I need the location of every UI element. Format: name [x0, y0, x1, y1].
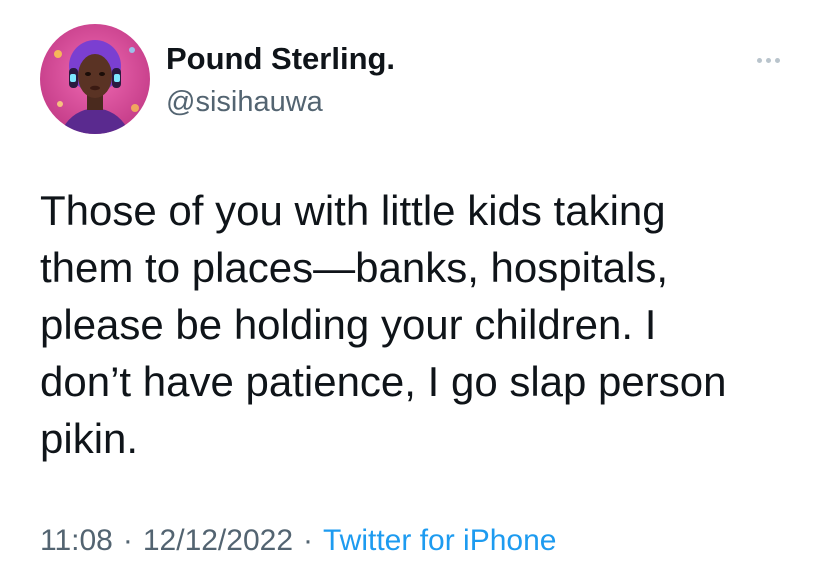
meta-separator: ·	[303, 524, 314, 557]
avatar[interactable]	[40, 24, 150, 134]
tweet-card: Pound Sterling. @sisihauwa Those of you …	[0, 0, 828, 578]
more-dot	[765, 57, 771, 63]
more-dot	[774, 57, 780, 63]
author-handle[interactable]: @sisihauwa	[166, 84, 323, 120]
tweet-text-line: please be holding your children. I	[40, 301, 657, 348]
avatar-image	[40, 24, 150, 134]
meta-separator: ·	[122, 524, 133, 557]
tweet-text-line: them to places—banks, hospitals,	[40, 244, 668, 291]
tweet-text: Those of you with little kids taking the…	[40, 182, 800, 467]
tweet-text-line: pikin.	[40, 415, 139, 462]
tweet-date[interactable]: 12/12/2022	[143, 524, 293, 557]
tweet-text-line: don’t have patience, I go slap person	[40, 358, 727, 405]
author-display-name[interactable]: Pound Sterling.	[166, 40, 395, 78]
tweet-time[interactable]: 11:08	[40, 524, 113, 557]
tweet-text-line: Those of you with little kids taking	[40, 187, 666, 234]
more-dot	[756, 57, 762, 63]
more-options-icon[interactable]	[748, 48, 788, 72]
tweet-source-link[interactable]: Twitter for iPhone	[323, 524, 556, 557]
tweet-metadata: 11:08 · 12/12/2022 · Twitter for iPhone	[40, 522, 556, 560]
